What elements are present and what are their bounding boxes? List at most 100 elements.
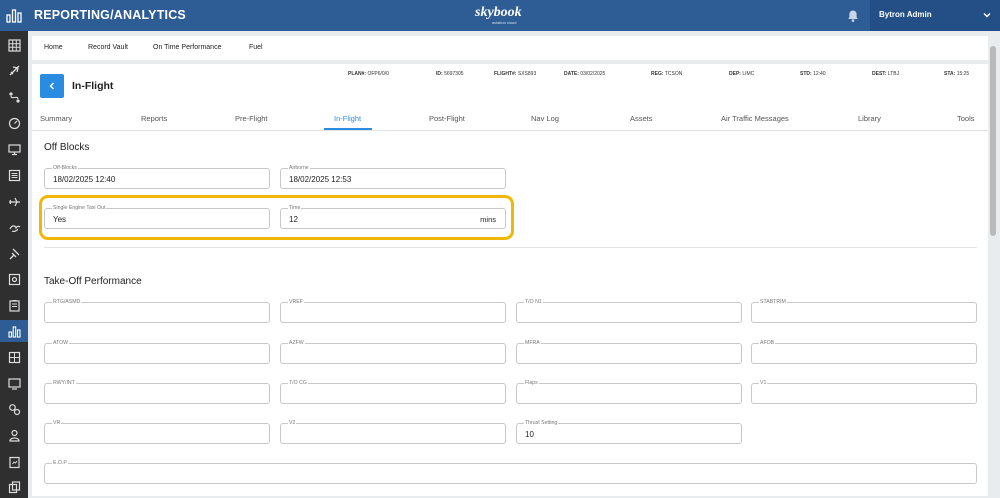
thrust-setting-value: 10: [525, 430, 534, 439]
rwy-int-label: RWY/INT: [52, 380, 76, 386]
sidebar-plane-icon[interactable]: [0, 59, 28, 81]
nav-fuel[interactable]: Fuel: [249, 44, 263, 51]
nav-home[interactable]: Home: [44, 44, 63, 51]
section-title-off-blocks: Off Blocks: [44, 142, 90, 153]
taxi-time-unit: mins: [480, 215, 496, 224]
page-title: In-Flight: [72, 80, 114, 92]
single-engine-taxi-label: Single Engine Taxi Out: [52, 205, 107, 211]
back-button[interactable]: [40, 74, 64, 98]
sidebar-bird-icon[interactable]: [0, 216, 28, 238]
bell-icon[interactable]: [846, 9, 860, 23]
sidebar-route-icon[interactable]: [0, 86, 28, 108]
stabtrim-field[interactable]: STABTRIM: [751, 299, 977, 323]
sidebar-camera-icon[interactable]: [0, 268, 28, 290]
vr-label: VR: [52, 420, 62, 426]
user-menu[interactable]: Bytron Admin: [870, 0, 1000, 31]
rtg-asmd-label: RTG/ASMD: [52, 299, 82, 305]
mfra-label: MFRA: [524, 340, 541, 346]
to-cg-field[interactable]: T/O CG: [280, 380, 506, 404]
top-bar: REPORTING/ANALYTICS skybook aviation clo…: [0, 0, 1000, 31]
user-name: Bytron Admin: [879, 10, 932, 19]
tab-pre-flight[interactable]: Pre-Flight: [235, 114, 268, 123]
sidebar-report-icon[interactable]: [0, 451, 28, 473]
rwy-int-field[interactable]: RWY/INT: [44, 380, 270, 404]
meta-std: STD: 12:40: [800, 71, 826, 77]
tab-reports[interactable]: Reports: [141, 114, 167, 123]
tab-assets[interactable]: Assets: [630, 114, 653, 123]
chevron-down-icon: [983, 13, 991, 18]
flaps-field[interactable]: Flaps: [516, 380, 742, 404]
vr-field[interactable]: VR: [44, 420, 270, 444]
taxi-time-field[interactable]: Time 12 mins: [280, 205, 506, 229]
stabtrim-label: STABTRIM: [759, 299, 787, 305]
sidebar-copy-icon[interactable]: [0, 476, 28, 498]
meta-reg: REG: TCSON: [651, 71, 683, 77]
sidebar-clipboard-icon[interactable]: [0, 294, 28, 316]
v2-label: V2: [288, 420, 297, 426]
nav-on-time-performance[interactable]: On Time Performance: [153, 44, 221, 51]
v1-field[interactable]: V1: [751, 380, 977, 404]
tab-post-flight[interactable]: Post-Flight: [429, 114, 465, 123]
v2-field[interactable]: V2: [280, 420, 506, 444]
afob-label: AFOB: [759, 340, 776, 346]
sidebar-table-icon[interactable]: [0, 346, 28, 368]
airborne-value: 18/02/2025 12:53: [289, 175, 352, 184]
meta-flight: FLIGHT#: SXS893: [494, 71, 537, 77]
sidebar-monitor-icon[interactable]: [0, 138, 28, 160]
app-title: REPORTING/ANALYTICS: [34, 8, 186, 22]
taxi-time-value: 12: [289, 215, 298, 224]
meta-dest: DEST: LTBJ: [872, 71, 900, 77]
eop-label: E.O.P: [52, 460, 68, 466]
tab-in-flight[interactable]: In-Flight: [334, 114, 361, 123]
azfw-field[interactable]: AZFW: [280, 340, 506, 364]
brand-tagline: aviation cloud: [492, 20, 517, 25]
off-blocks-field[interactable]: Off-Blocks 18/02/2025 12:40: [44, 165, 270, 189]
sidebar-chart-icon[interactable]: [0, 320, 28, 342]
sidebar-plane-alt-icon[interactable]: [0, 190, 28, 212]
off-blocks-label: Off-Blocks: [52, 165, 78, 171]
single-engine-taxi-field[interactable]: Single Engine Taxi Out Yes: [44, 205, 270, 229]
meta-sta: STA: 15:25: [944, 71, 970, 77]
afob-field[interactable]: AFOB: [751, 340, 977, 364]
tab-tools[interactable]: Tools: [957, 114, 975, 123]
section-divider: [44, 247, 977, 248]
airborne-label: Airborne: [288, 165, 310, 171]
single-engine-taxi-value: Yes: [53, 215, 67, 224]
thrust-setting-field[interactable]: Thrust Setting 10: [516, 420, 742, 444]
v1-label: V1: [759, 380, 768, 386]
scrollbar-thumb[interactable]: [990, 46, 996, 236]
tab-summary[interactable]: Summary: [40, 114, 72, 123]
sidebar-display-icon[interactable]: [0, 372, 28, 394]
analytics-logo-icon: [6, 9, 22, 23]
flaps-label: Flaps: [524, 380, 539, 386]
vref-field[interactable]: VREF: [280, 299, 506, 323]
mfra-field[interactable]: MFRA: [516, 340, 742, 364]
meta-id: ID: 5697305: [436, 71, 464, 77]
tabs-divider: [32, 130, 988, 131]
airborne-field[interactable]: Airborne 18/02/2025 12:53: [280, 165, 506, 189]
off-blocks-value: 18/02/2025 12:40: [53, 175, 116, 184]
to-n1-field[interactable]: T/O N1: [516, 299, 742, 323]
azfw-label: AZFW: [288, 340, 305, 346]
sidebar-pin-icon[interactable]: [0, 242, 28, 264]
rtg-asmd-field[interactable]: RTG/ASMD: [44, 299, 270, 323]
nav-record-vault[interactable]: Record Vault: [88, 44, 128, 51]
sidebar-person-icon[interactable]: [0, 424, 28, 446]
meta-plan: PLAN#: OFP6/0/0: [348, 71, 389, 77]
eop-field[interactable]: E.O.P: [44, 460, 977, 484]
brand-logo: skybook: [475, 5, 522, 20]
tab-library[interactable]: Library: [858, 114, 881, 123]
tab-nav-log[interactable]: Nav Log: [531, 114, 559, 123]
sidebar-gears-icon[interactable]: [0, 398, 28, 420]
vref-label: VREF: [288, 299, 304, 305]
sidebar-gauge-icon[interactable]: [0, 112, 28, 134]
thrust-setting-label: Thrust Setting: [524, 420, 559, 426]
atow-field[interactable]: ATOW: [44, 340, 270, 364]
tab-air-traffic-messages[interactable]: Air Traffic Messages: [721, 114, 789, 123]
sidebar-grid-icon[interactable]: [0, 34, 28, 56]
sidebar-list-icon[interactable]: [0, 164, 28, 186]
to-cg-label: T/O CG: [288, 380, 308, 386]
atow-label: ATOW: [52, 340, 70, 346]
scrollbar[interactable]: [989, 38, 997, 494]
chevron-left-icon: [49, 82, 54, 90]
